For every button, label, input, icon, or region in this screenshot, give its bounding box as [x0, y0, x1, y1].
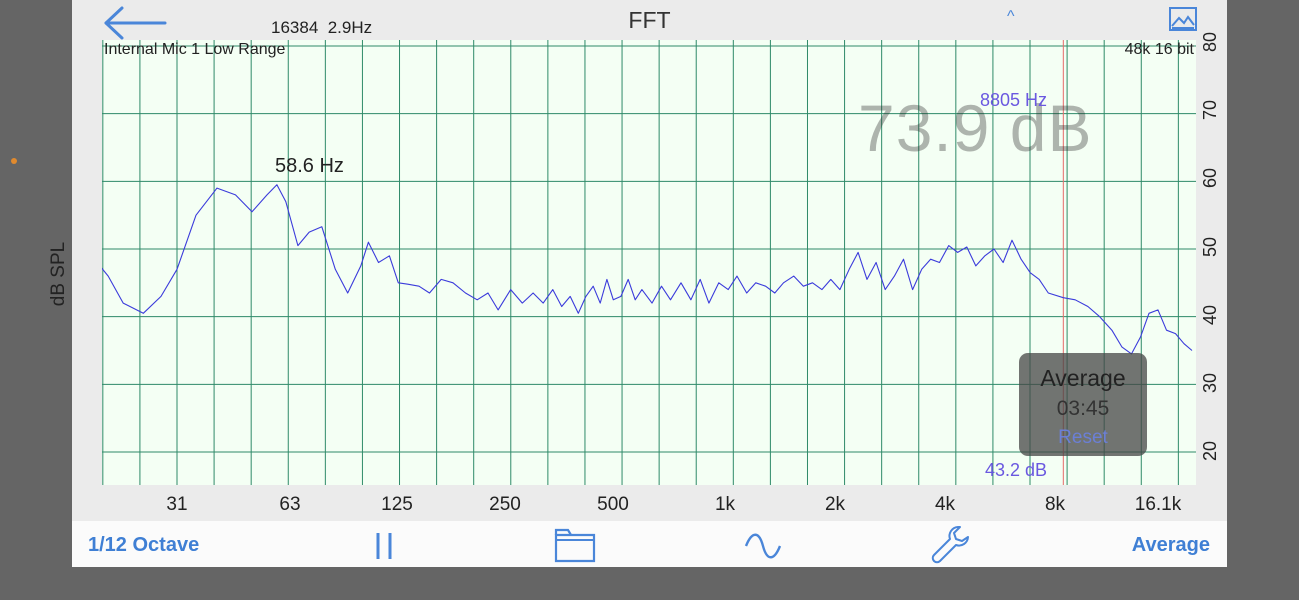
x-tick-label: 31: [166, 494, 188, 515]
x-tick-label: 1k: [714, 494, 736, 515]
x-tick-label: 8k: [1044, 494, 1066, 515]
sample-format-label: 48k 16 bit: [1124, 41, 1194, 58]
average-button[interactable]: Average: [1132, 534, 1210, 557]
y-tick-label: 30: [1200, 372, 1220, 394]
octave-button[interactable]: 1/12 Octave: [88, 534, 199, 557]
page-title: FFT: [628, 7, 671, 33]
bottom-toolbar: 1/12 Octave Average: [72, 521, 1227, 567]
average-panel: Average 03:45 Reset: [1019, 353, 1147, 456]
average-time: 03:45: [1056, 397, 1110, 420]
cursor-frequency: 8805 Hz: [980, 90, 1048, 110]
y-tick-label: 60: [1200, 167, 1220, 189]
average-title: Average: [1040, 365, 1126, 391]
y-tick-label: 20: [1200, 440, 1220, 462]
y-tick-label: 50: [1200, 236, 1220, 258]
x-tick-label: 4k: [934, 494, 956, 515]
image-button[interactable]: [1168, 6, 1198, 32]
peak-frequency-label: 58.6 Hz: [275, 155, 344, 177]
y-tick-label: 80: [1200, 31, 1220, 53]
wave-icon: [744, 533, 782, 559]
pause-icon: [376, 533, 392, 559]
x-tick-label: 2k: [824, 494, 846, 515]
spectrum-trace: [102, 184, 1193, 355]
reset-button[interactable]: Reset: [1019, 427, 1147, 449]
spectrum-plot[interactable]: Internal Mic 1 Low Range 48k 16 bit 73.9…: [102, 40, 1196, 485]
wave-button[interactable]: [744, 533, 782, 564]
status-dot: [11, 158, 17, 164]
cursor-level: 43.2 dB: [985, 460, 1048, 480]
folder-button[interactable]: [554, 527, 596, 568]
x-tick-label: 16.1k: [1134, 494, 1182, 515]
settings-button[interactable]: [930, 523, 972, 570]
pause-button[interactable]: [372, 531, 396, 566]
input-source-label: Internal Mic 1 Low Range: [104, 41, 286, 58]
folder-icon: [554, 528, 596, 563]
x-tick-label: 250: [489, 494, 521, 515]
wrench-icon: [931, 526, 969, 564]
x-tick-label: 63: [279, 494, 301, 515]
y-axis-label: dB SPL: [48, 241, 69, 307]
x-tick-label: 125: [381, 494, 413, 515]
level-reading: 73.9 dB: [858, 91, 1093, 165]
y-tick-label: 70: [1200, 99, 1220, 121]
x-tick-label: 500: [597, 494, 629, 515]
y-tick-label: 40: [1200, 304, 1220, 326]
caret-up-icon[interactable]: ^: [1007, 8, 1015, 26]
image-icon: [1169, 7, 1197, 31]
